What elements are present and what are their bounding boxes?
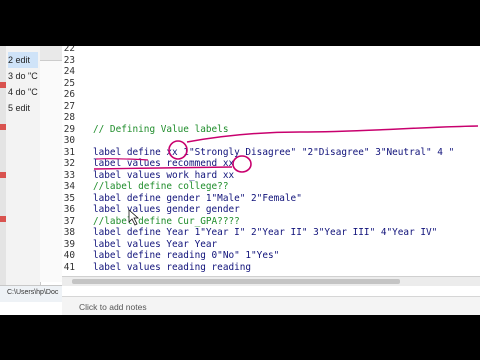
code-line[interactable]: 35 label define gender 1"Male" 2"Female" [62, 193, 302, 204]
code-line[interactable]: 26 [62, 89, 93, 100]
scrollbar-thumb[interactable] [72, 279, 400, 284]
code-line[interactable]: 30 [62, 135, 93, 146]
code-comment[interactable]: //label define Cur_GPA???? [93, 216, 240, 227]
edge-marker [0, 124, 6, 130]
code-text[interactable]: label define Year 1"Year I" 2"Year II" 3… [93, 227, 437, 238]
line-number: 35 [63, 192, 75, 204]
command-history-item[interactable]: 2 edit [8, 52, 38, 68]
code-comment[interactable]: //label define college?? [93, 181, 228, 192]
line-number: 39 [63, 238, 75, 250]
code-text[interactable]: label values work_hard xx [93, 170, 234, 181]
code-text[interactable]: label values Year Year [93, 239, 217, 250]
code-line[interactable]: 23 [62, 55, 93, 66]
notes-placeholder[interactable]: Click to add notes [79, 302, 147, 312]
letterbox-bottom [0, 315, 480, 360]
code-line[interactable]: 41 label values reading reading [62, 262, 251, 273]
review-window: 2 edit 3 do "C 4 do "C 5 edit [0, 46, 41, 286]
code-text[interactable]: label define xx 1"Strongly Disagree" "2"… [93, 147, 454, 158]
code-line[interactable]: 36 label values gender gender [62, 204, 240, 215]
code-line[interactable]: 25 [62, 78, 93, 89]
code-line[interactable]: 31 label define xx 1"Strongly Disagree" "… [62, 146, 455, 158]
code-line[interactable]: 22 [62, 46, 93, 54]
code-line[interactable]: 24 [62, 66, 93, 77]
line-number: 37 [63, 215, 75, 227]
notes-pane[interactable]: Click to add notes [62, 296, 480, 315]
command-history-item[interactable]: 4 do "C [8, 84, 38, 100]
code-line[interactable]: 32 label values recommend xx [62, 158, 234, 169]
line-number: 38 [63, 227, 75, 238]
current-directory-path: C:\Users\hp\Doc [7, 289, 59, 296]
line-number: 24 [63, 66, 75, 77]
do-file-editor[interactable]: 22 23 24 25 26 27 28 29 // Defining Value labels… [62, 46, 480, 282]
code-line[interactable]: 38 label define Year 1"Year I" 2"Year II"… [62, 227, 438, 238]
edge-marker [0, 216, 6, 222]
line-number: 28 [63, 112, 75, 123]
code-line[interactable]: 37 //label define Cur_GPA???? [62, 216, 240, 227]
line-number: 34 [63, 181, 75, 192]
code-line[interactable]: 39 label values Year Year [62, 239, 217, 250]
path-bar: C:\Users\hp\Doc [0, 285, 62, 302]
line-number: 29 [63, 123, 75, 135]
code-text[interactable]: label values gender gender [93, 204, 240, 215]
code-text[interactable]: label define reading 0"No" 1"Yes" [93, 250, 279, 261]
code-line[interactable]: 40 label define reading 0"No" 1"Yes" [62, 250, 280, 261]
code-text[interactable]: label values reading reading [93, 262, 251, 273]
command-history-item[interactable]: 3 do "C [8, 68, 38, 84]
line-number: 27 [63, 100, 75, 112]
line-number: 41 [63, 261, 75, 273]
line-number: 26 [63, 89, 75, 100]
edge-marker [0, 172, 6, 178]
line-number: 40 [63, 250, 75, 261]
screen: 2 edit 3 do "C 4 do "C 5 edit 22 23 24 25 26… [0, 46, 480, 315]
code-text[interactable]: label values recommend xx [93, 158, 234, 169]
command-history-list: 2 edit 3 do "C 4 do "C 5 edit [8, 52, 38, 116]
window-edge-strip [0, 46, 6, 286]
background-window-edge [40, 46, 63, 282]
code-comment[interactable]: // Defining Value labels [93, 124, 228, 135]
code-line[interactable]: 28 [62, 112, 93, 123]
line-number: 30 [63, 135, 75, 146]
line-number: 31 [63, 146, 75, 158]
code-line[interactable]: 29 // Defining Value labels [62, 123, 229, 135]
line-number: 22 [63, 46, 75, 54]
background-window-titlebar [40, 46, 62, 61]
line-number: 33 [63, 169, 75, 181]
edge-marker [0, 82, 6, 88]
letterbox-top [0, 0, 480, 46]
command-history-item[interactable]: 5 edit [8, 100, 38, 116]
code-line[interactable]: 33 label values work_hard xx [62, 170, 234, 181]
horizontal-scrollbar[interactable] [62, 276, 480, 286]
code-line[interactable]: 27 [62, 101, 93, 112]
line-number: 36 [63, 204, 75, 215]
line-number: 23 [63, 54, 75, 66]
code-text[interactable]: label define gender 1"Male" 2"Female" [93, 193, 302, 204]
line-number: 32 [63, 158, 75, 169]
code-line[interactable]: 34 //label define college?? [62, 181, 229, 192]
line-number: 25 [63, 77, 75, 89]
